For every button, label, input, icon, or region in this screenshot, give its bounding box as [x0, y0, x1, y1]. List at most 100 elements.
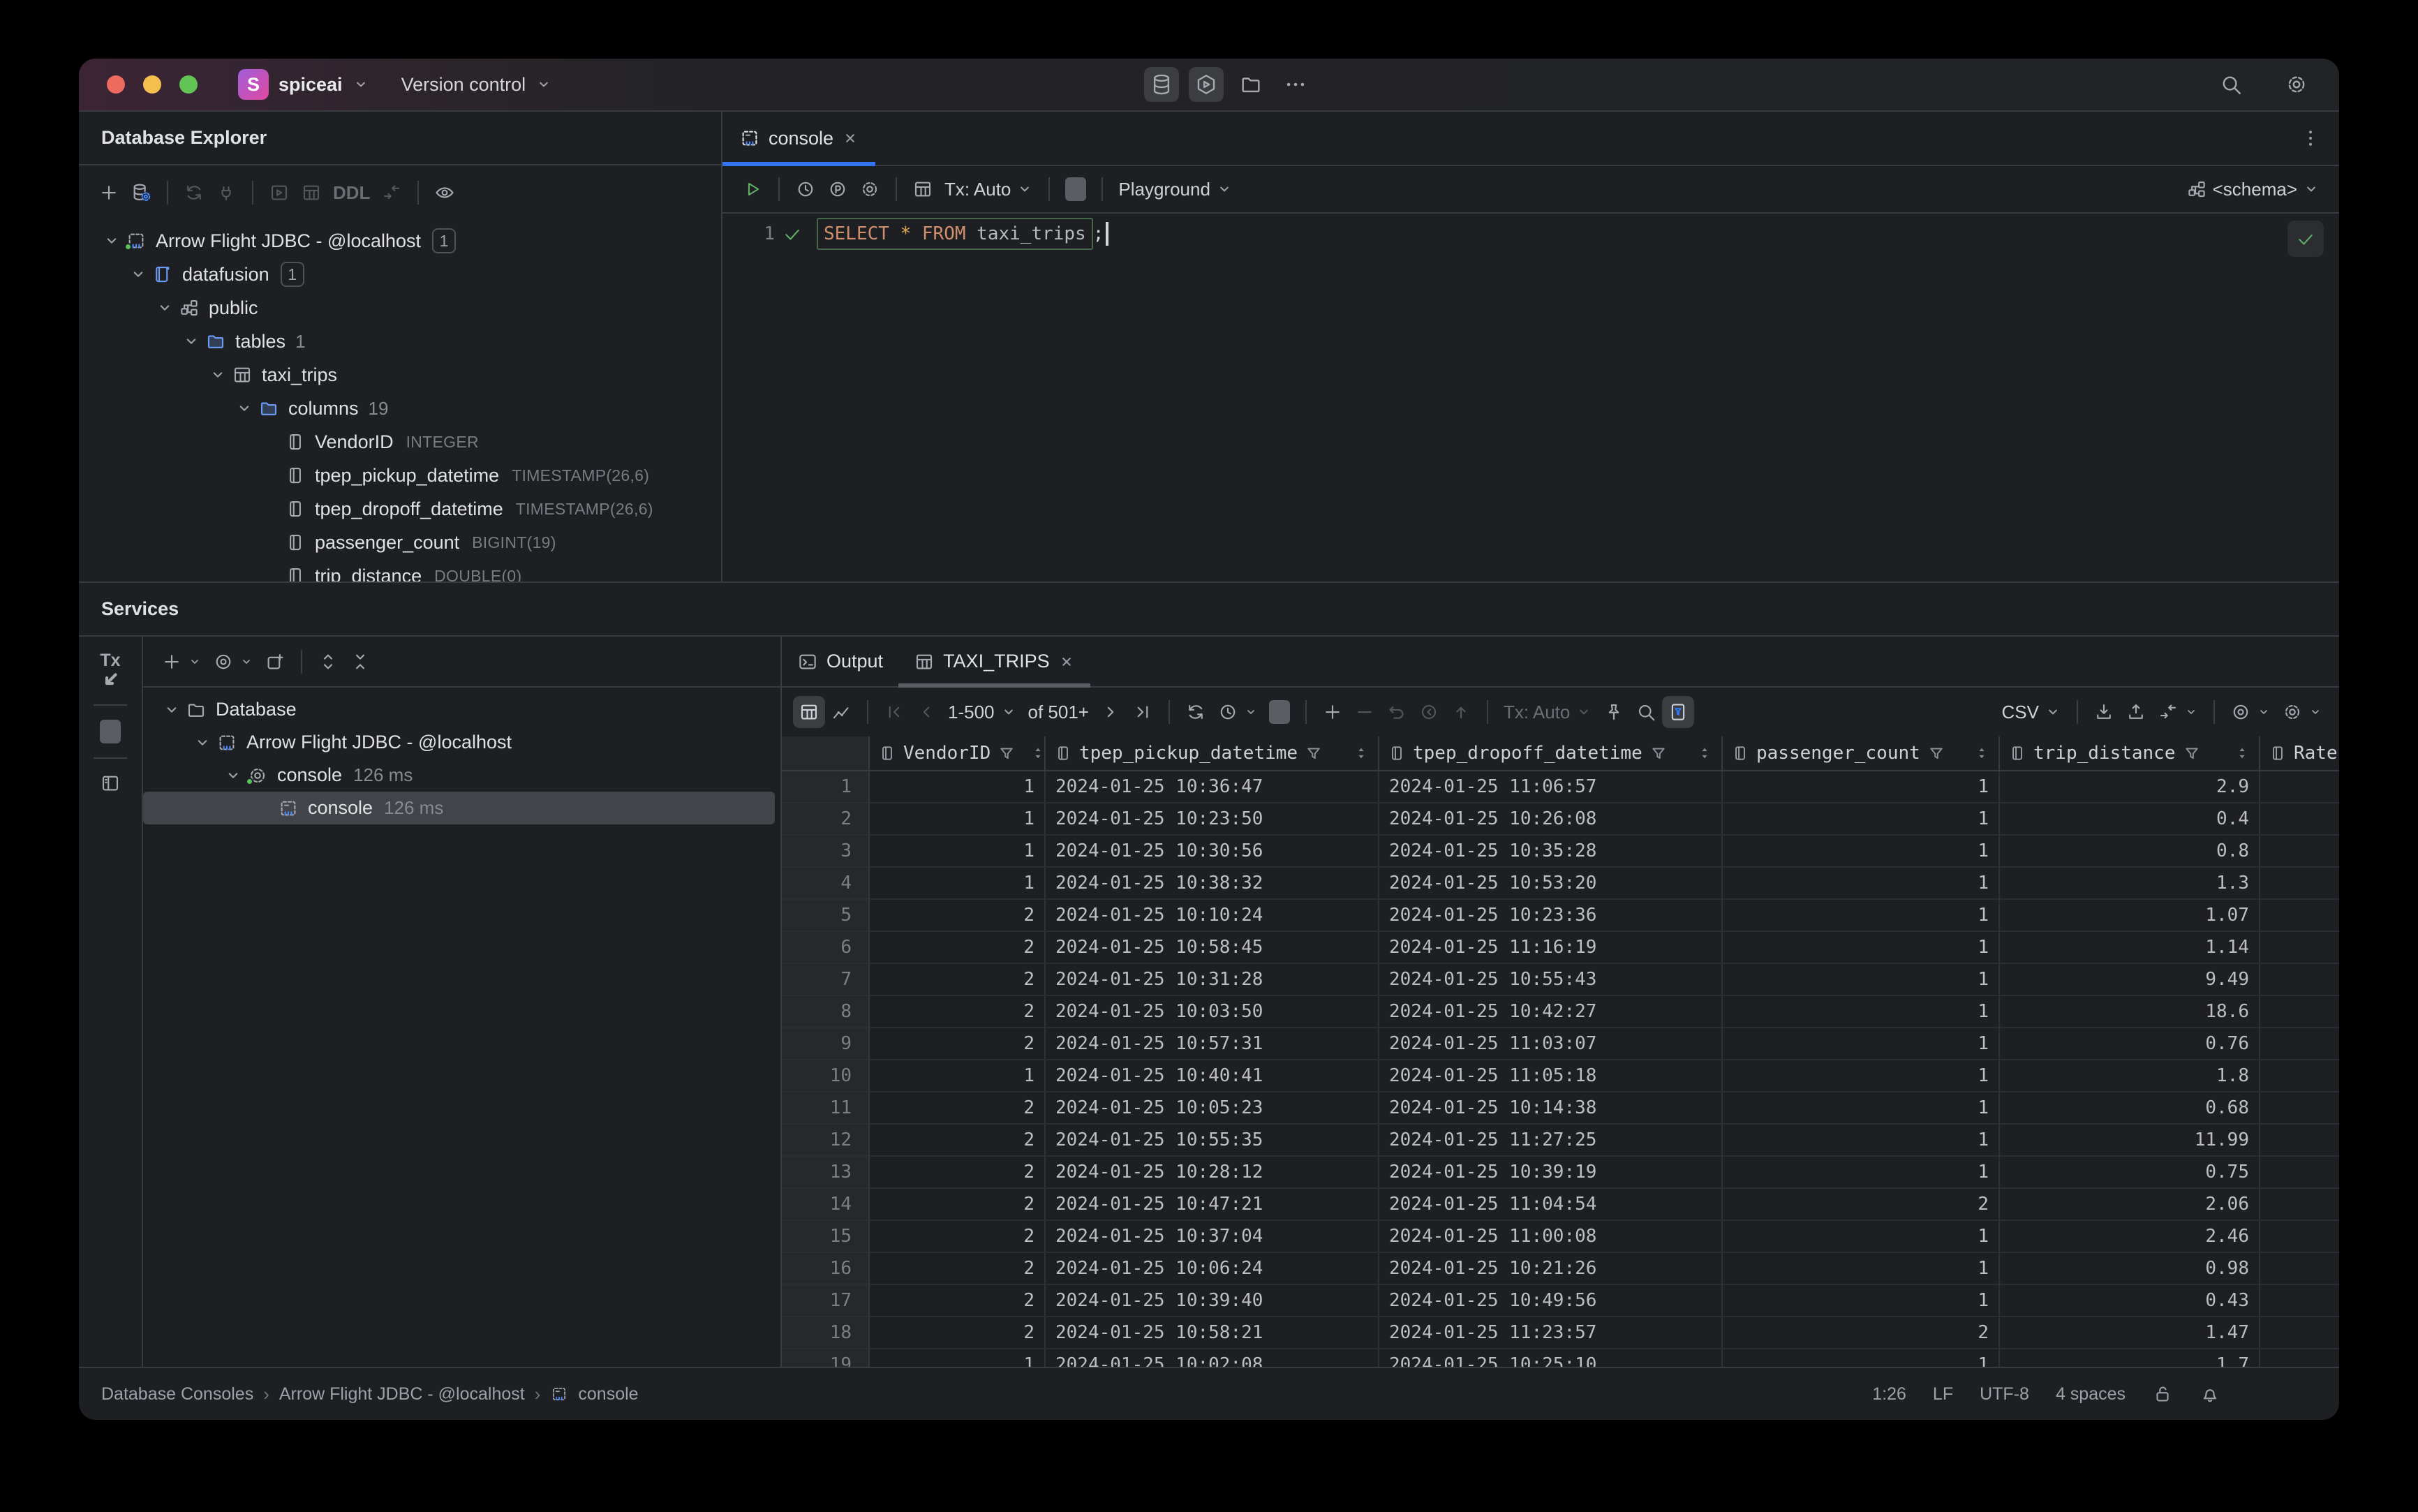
cell-tpep_pickup_datetime[interactable]: 2024-01-25 10:30:56: [1046, 836, 1379, 868]
cell-rate[interactable]: [2260, 771, 2339, 803]
sort-arrows-icon[interactable]: [1973, 745, 1990, 762]
cell-trip_distance[interactable]: 1.07: [2000, 900, 2260, 932]
cell-tpep_dropoff_datetime[interactable]: 2024-01-25 11:23:57: [1379, 1317, 1723, 1349]
minimize-window-button[interactable]: [143, 75, 161, 94]
gear-button[interactable]: [2279, 67, 2314, 102]
table-row[interactable]: 18 2 2024-01-25 10:58:21 2024-01-25 11:23:5…: [782, 1317, 2339, 1349]
table-row[interactable]: 4 1 2024-01-25 10:38:32 2024-01-25 10:53:20…: [782, 868, 2339, 900]
cell-rate[interactable]: [2260, 868, 2339, 900]
cell-tpep_pickup_datetime[interactable]: 2024-01-25 10:05:23: [1046, 1092, 1379, 1125]
cell-passenger_count[interactable]: 1: [1723, 1060, 2000, 1092]
cell-tpep_pickup_datetime[interactable]: 2024-01-25 10:36:47: [1046, 771, 1379, 803]
cell-passenger_count[interactable]: 1: [1723, 1285, 2000, 1317]
collapse-all-button[interactable]: [344, 646, 376, 678]
cell-trip_distance[interactable]: 0.43: [2000, 1285, 2260, 1317]
column-header-tpep_pickup_datetime[interactable]: tpep_pickup_datetime: [1046, 736, 1379, 770]
undo-button[interactable]: [1381, 696, 1413, 728]
cell-tpep_dropoff_datetime[interactable]: 2024-01-25 11:04:54: [1379, 1189, 1723, 1221]
close-icon[interactable]: [842, 130, 859, 147]
revert-button[interactable]: [1413, 696, 1445, 728]
cell-tpep_dropoff_datetime[interactable]: 2024-01-25 10:42:27: [1379, 996, 1723, 1028]
line-separator[interactable]: LF: [1933, 1384, 1953, 1404]
previous-page-button[interactable]: [910, 696, 942, 728]
schema-selector[interactable]: <schema>: [2181, 173, 2325, 206]
playground-dropdown[interactable]: Playground: [1113, 173, 1238, 206]
version-control-widget[interactable]: Version control: [392, 68, 563, 101]
cell-trip_distance[interactable]: 1.47: [2000, 1317, 2260, 1349]
target-button[interactable]: [207, 646, 259, 678]
table-row[interactable]: 12 2 2024-01-25 10:55:35 2024-01-25 11:27:2…: [782, 1125, 2339, 1157]
cell-trip_distance[interactable]: 2.46: [2000, 1221, 2260, 1253]
column-header-tpep_dropoff_datetime[interactable]: tpep_dropoff_datetime: [1379, 736, 1723, 770]
cell-trip_distance[interactable]: 2.06: [2000, 1189, 2260, 1221]
cell-trip_distance[interactable]: 0.98: [2000, 1253, 2260, 1285]
sql-editor[interactable]: 1 SELECT * FROM taxi_trips ;: [722, 214, 2339, 581]
cell-trip_distance[interactable]: 1.14: [2000, 932, 2260, 964]
cell-vendorid[interactable]: 2: [870, 996, 1046, 1028]
column-header-rate[interactable]: Rate: [2260, 736, 2339, 770]
play-button[interactable]: [736, 173, 769, 205]
indent-size[interactable]: 4 spaces: [2056, 1384, 2126, 1404]
tree-item-tables[interactable]: tables 1: [79, 325, 721, 358]
cell-trip_distance[interactable]: 0.8: [2000, 836, 2260, 868]
refresh-button[interactable]: [178, 177, 210, 209]
sort-arrows-icon[interactable]: [1030, 745, 1044, 762]
cell-tpep_dropoff_datetime[interactable]: 2024-01-25 10:49:56: [1379, 1285, 1723, 1317]
cell-vendorid[interactable]: 1: [870, 771, 1046, 803]
tree-item-console[interactable]: console 126 ms: [143, 759, 780, 792]
cell-tpep_pickup_datetime[interactable]: 2024-01-25 10:39:40: [1046, 1285, 1379, 1317]
cell-tpep_pickup_datetime[interactable]: 2024-01-25 10:02:08: [1046, 1349, 1379, 1367]
view-options-button[interactable]: [2225, 696, 2276, 728]
table-row[interactable]: 17 2 2024-01-25 10:39:40 2024-01-25 10:49:5…: [782, 1285, 2339, 1317]
cell-vendorid[interactable]: 2: [870, 900, 1046, 932]
cell-vendorid[interactable]: 2: [870, 1285, 1046, 1317]
table-button[interactable]: [295, 177, 327, 209]
cell-vendorid[interactable]: 2: [870, 1317, 1046, 1349]
tree-item-vendorid[interactable]: VendorID INTEGER: [79, 425, 721, 459]
export-format-dropdown[interactable]: CSV: [1996, 696, 2067, 729]
cell-vendorid[interactable]: 1: [870, 803, 1046, 836]
cell-tpep_dropoff_datetime[interactable]: 2024-01-25 10:14:38: [1379, 1092, 1723, 1125]
first-page-button[interactable]: [878, 696, 910, 728]
table-row[interactable]: 8 2 2024-01-25 10:03:50 2024-01-25 10:42:27…: [782, 996, 2339, 1028]
plug-button[interactable]: [210, 177, 242, 209]
cell-trip_distance[interactable]: 0.76: [2000, 1028, 2260, 1060]
cell-tpep_dropoff_datetime[interactable]: 2024-01-25 10:21:26: [1379, 1253, 1723, 1285]
grid-settings-button[interactable]: [2276, 696, 2328, 728]
cell-passenger_count[interactable]: 2: [1723, 1189, 2000, 1221]
cell-vendorid[interactable]: 2: [870, 1157, 1046, 1189]
cell-tpep_dropoff_datetime[interactable]: 2024-01-25 10:55:43: [1379, 964, 1723, 996]
cell-trip_distance[interactable]: 0.75: [2000, 1157, 2260, 1189]
cell-vendorid[interactable]: 2: [870, 1028, 1046, 1060]
stop-button[interactable]: [1060, 172, 1092, 207]
cell-tpep_pickup_datetime[interactable]: 2024-01-25 10:10:24: [1046, 900, 1379, 932]
chevron-down-icon[interactable]: [221, 766, 245, 785]
cell-passenger_count[interactable]: 1: [1723, 1349, 2000, 1367]
cell-tpep_pickup_datetime[interactable]: 2024-01-25 10:40:41: [1046, 1060, 1379, 1092]
cell-tpep_dropoff_datetime[interactable]: 2024-01-25 10:23:36: [1379, 900, 1723, 932]
cell-passenger_count[interactable]: 1: [1723, 1028, 2000, 1060]
export-data-button[interactable]: [2088, 696, 2120, 728]
cell-rate[interactable]: [2260, 932, 2339, 964]
ellipsis-button[interactable]: [1278, 67, 1313, 102]
table-row[interactable]: 2 1 2024-01-25 10:23:50 2024-01-25 10:26:08…: [782, 803, 2339, 836]
breadcrumb-item[interactable]: console: [578, 1384, 638, 1404]
chevron-down-icon[interactable]: [232, 399, 256, 417]
search-button[interactable]: [2213, 67, 2248, 102]
cell-trip_distance[interactable]: 0.68: [2000, 1092, 2260, 1125]
tree-item-database[interactable]: Database: [143, 693, 780, 726]
edit-as-table-button[interactable]: [2152, 696, 2204, 728]
cell-passenger_count[interactable]: 1: [1723, 1125, 2000, 1157]
cell-rate[interactable]: [2260, 803, 2339, 836]
open-new-button[interactable]: [259, 646, 291, 678]
cell-trip_distance[interactable]: 1.7: [2000, 1349, 2260, 1367]
cell-passenger_count[interactable]: 1: [1723, 900, 2000, 932]
cell-vendorid[interactable]: 2: [870, 1125, 1046, 1157]
tree-item-tpep-pickup-datetime[interactable]: tpep_pickup_datetime TIMESTAMP(26,6): [79, 459, 721, 492]
chevron-down-icon[interactable]: [100, 232, 124, 250]
find-button[interactable]: [1630, 696, 1662, 728]
tree-item-arrow-flight-jdbc-localhost[interactable]: Arrow Flight JDBC - @localhost: [143, 726, 780, 759]
cell-rate[interactable]: [2260, 996, 2339, 1028]
reload-button[interactable]: [1180, 696, 1212, 728]
cell-rate[interactable]: [2260, 1285, 2339, 1317]
